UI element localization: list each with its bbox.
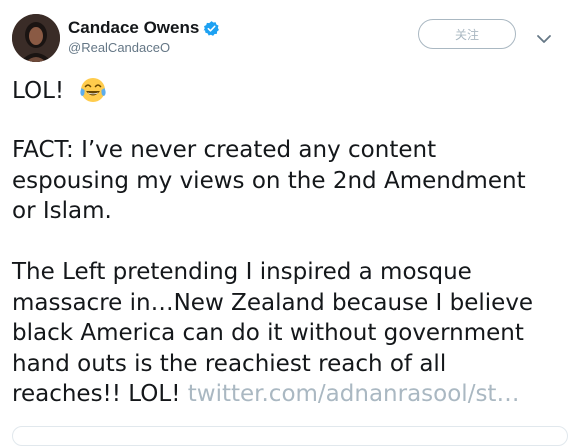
tweet-line: hand outs is the reachiest reach of all (12, 350, 447, 377)
tweet-text: LOL! FACT: I’ve never created any conten… (12, 74, 568, 410)
quoted-tweet-card[interactable] (12, 426, 568, 446)
verified-badge-icon (203, 20, 220, 37)
tweet-line: massacre in…New Zealand because I believ… (12, 289, 534, 316)
avatar[interactable] (12, 14, 60, 62)
tears-of-joy-emoji-icon (78, 74, 108, 104)
name-row: Candace Owens (68, 17, 220, 39)
tweet-line-text: LOL! (12, 78, 65, 104)
chevron-down-icon[interactable] (536, 30, 552, 43)
tweet-line: or Islam. (12, 198, 112, 224)
tweet-line-text: reaches!! LOL! (12, 381, 181, 407)
tweet-line: The Left pretending I inspired a mosque (12, 259, 472, 285)
tweet: Candace Owens @RealCandaceO 关注 LOL! FACT… (0, 0, 580, 446)
tweet-line: FACT: I’ve never created any content (12, 137, 437, 163)
author-handle[interactable]: @RealCandaceO (68, 40, 220, 55)
follow-button[interactable]: 关注 (418, 19, 516, 49)
display-name[interactable]: Candace Owens (68, 18, 199, 38)
tweet-header: Candace Owens @RealCandaceO 关注 (12, 14, 568, 66)
tweet-line: black America can do it without governme… (12, 320, 524, 346)
author-info: Candace Owens @RealCandaceO (68, 17, 220, 55)
tweet-line: reaches!! LOL! twitter.com/adnanrasool/s… (12, 379, 568, 410)
tweet-line: LOL! (12, 74, 568, 105)
tweet-line: espousing my views on the 2nd Amendment (12, 167, 526, 194)
quoted-tweet-link[interactable]: twitter.com/adnanrasool/st… (188, 381, 520, 407)
